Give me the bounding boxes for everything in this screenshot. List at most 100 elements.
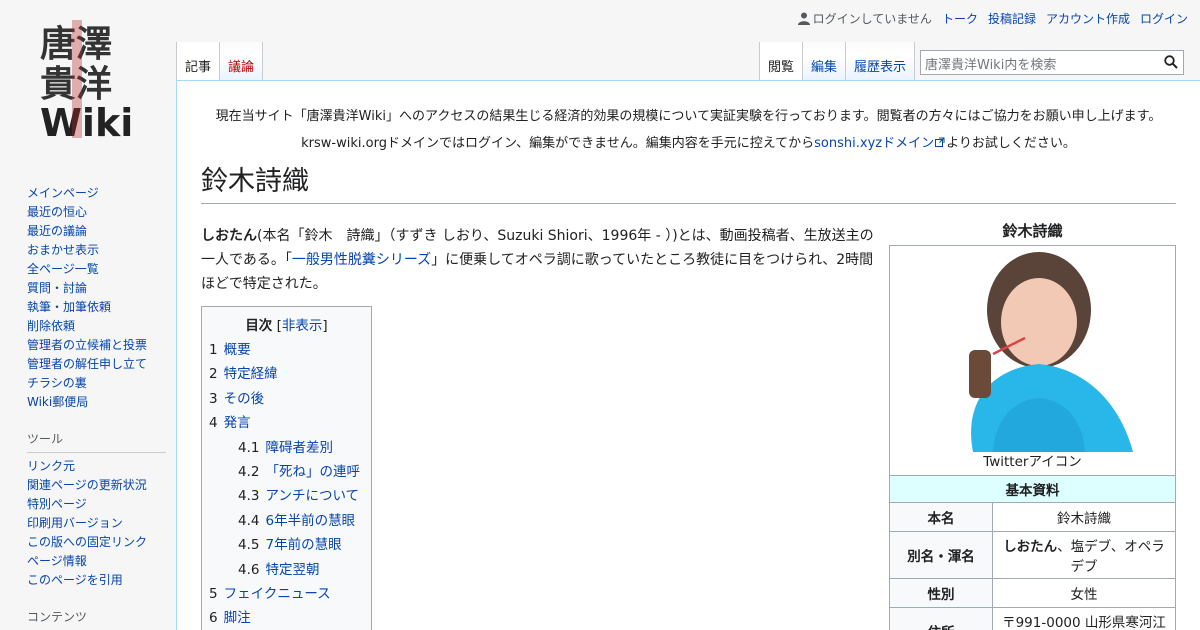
sidebar-nav-link[interactable]: 全ページ一覧 <box>27 262 99 276</box>
toc-number: 6 <box>209 610 218 627</box>
toc-link[interactable]: 脚注 <box>224 610 251 626</box>
personal-tools: ログインしていません トーク 投稿記録 アカウント作成 ログイン <box>797 10 1188 27</box>
toc-link[interactable]: アンチについて <box>265 488 359 504</box>
tab-article[interactable]: 記事 <box>176 42 220 80</box>
sidebar-nav-link[interactable]: 質問・討論 <box>27 281 87 295</box>
toc-number: 4.6 <box>238 561 260 578</box>
sidebar-nav-link[interactable]: チラシの裏 <box>27 376 87 390</box>
toc-link[interactable]: 6年半前の慧眼 <box>265 513 355 529</box>
not-logged-in: ログインしていません <box>797 10 932 27</box>
toc-item[interactable]: 6 脚注 <box>209 606 364 630</box>
toc-hide-toggle[interactable]: 非表示 <box>282 318 323 334</box>
sidebar-tool-item: この版への固定リンク <box>27 533 166 552</box>
sidebar-tool-link[interactable]: リンク元 <box>27 459 75 473</box>
toc-item[interactable]: 5 フェイクニュース <box>209 582 364 606</box>
sidebar-tool-item: リンク元 <box>27 457 166 476</box>
infobox-label: 住所 <box>889 607 993 630</box>
sidebar-nav-item: 削除依頼 <box>27 317 166 336</box>
toc-number: 4.2 <box>238 464 260 481</box>
tab-discussion[interactable]: 議論 <box>219 42 264 80</box>
toc-number: 4.4 <box>238 512 260 529</box>
sidebar-nav-link[interactable]: 最近の議論 <box>27 224 87 238</box>
toc-number: 3 <box>209 390 218 407</box>
sonshi-domain-link[interactable]: sonshi.xyzドメイン <box>814 136 934 151</box>
sidebar-nav-item: メインページ <box>27 184 166 203</box>
toc-item[interactable]: 3 その後 <box>209 387 364 411</box>
profile-photo[interactable] <box>932 250 1133 452</box>
infobox-row: 別名・渾名 しおたん、塩デブ、オペラデブ <box>889 531 1176 579</box>
contributions-link[interactable]: 投稿記録 <box>988 10 1036 27</box>
intro-series-link[interactable]: 一般男性脱糞シリーズ <box>292 252 431 268</box>
infobox-value-bold: しおたん <box>1003 539 1058 555</box>
logo-line3: Wiki <box>40 101 133 142</box>
not-logged-in-label: ログインしていません <box>812 12 932 26</box>
toc-item[interactable]: 4.1 障碍者差別 <box>238 436 364 460</box>
sidebar-nav-link[interactable]: 執筆・加筆依頼 <box>27 300 111 314</box>
toc-link[interactable]: その後 <box>224 391 265 407</box>
sidebar-nav-link[interactable]: 管理者の解任申し立て <box>27 357 147 371</box>
site-notice: 現在当サイト「唐澤貴洋Wiki」へのアクセスの結果生じる経済的効果の規模について… <box>201 103 1176 157</box>
infobox-value: 〒991-0000 山形県寒河江市大字日田333（実家） <box>992 607 1176 630</box>
login-link[interactable]: ログイン <box>1140 10 1188 27</box>
toc-bracket-close: ] <box>322 318 328 334</box>
sidebar-nav-item: 全ページ一覧 <box>27 260 166 279</box>
toc-item[interactable]: 4.2 「死ね」の連呼 <box>238 460 364 484</box>
toc-item[interactable]: 2 特定経緯 <box>209 362 364 386</box>
sidebar-tool-link[interactable]: 特別ページ <box>27 497 87 511</box>
sidebar-nav-item: 最近の恒心 <box>27 203 166 222</box>
sidebar-tool-link[interactable]: 関連ページの更新状況 <box>27 478 147 492</box>
logo-image: 唐澤 貴洋 Wiki <box>40 20 133 142</box>
sidebar-tool-item: 関連ページの更新状況 <box>27 476 166 495</box>
sidebar-nav-link[interactable]: 最近の恒心 <box>27 205 87 219</box>
site-logo[interactable]: 唐澤 貴洋 Wiki <box>0 0 176 160</box>
toc-number: 1 <box>209 342 218 358</box>
sidebar-contents: コンテンツ <box>0 602 176 630</box>
toc-item[interactable]: 4.4 6年半前の慧眼 <box>238 509 364 533</box>
sidebar-tool-link[interactable]: ページ情報 <box>27 554 87 568</box>
page-title: 鈴木詩織 <box>201 163 1176 204</box>
toc-item[interactable]: 1 概要 <box>209 338 364 362</box>
sidebar-nav-item: 管理者の立候補と投票 <box>27 336 166 355</box>
infobox-section-header: 基本資料 <box>889 475 1176 503</box>
sidebar-tool-link[interactable]: 印刷用バージョン <box>27 516 123 530</box>
toc-link[interactable]: 発言 <box>224 415 251 431</box>
sidebar-nav-link[interactable]: おまかせ表示 <box>27 243 99 257</box>
sidebar-tool-link[interactable]: このページを引用 <box>27 573 123 587</box>
tab-edit[interactable]: 編集 <box>802 42 846 80</box>
sidebar-tool-item: このページを引用 <box>27 571 166 590</box>
sidebar-tool-item: 特別ページ <box>27 495 166 514</box>
infobox-label: 性別 <box>889 578 993 608</box>
namespace-tabs: 記事 議論 <box>176 42 264 80</box>
sidebar-nav-link[interactable]: 管理者の立候補と投票 <box>27 338 147 352</box>
toc-item[interactable]: 4.5 7年前の慧眼 <box>238 533 364 557</box>
toc-title: 目次 [非表示] <box>209 314 364 334</box>
talk-link[interactable]: トーク <box>942 10 978 27</box>
toc-item[interactable]: 4.3 アンチについて <box>238 484 364 508</box>
toc-link[interactable]: 7年前の慧眼 <box>265 537 341 553</box>
toc-link[interactable]: フェイクニュース <box>224 586 331 602</box>
sidebar-nav-item: 執筆・加筆依頼 <box>27 298 166 317</box>
create-account-link[interactable]: アカウント作成 <box>1046 10 1130 27</box>
sidebar-nav-link[interactable]: メインページ <box>27 186 99 200</box>
sidebar-tool-link[interactable]: この版への固定リンク <box>27 535 147 549</box>
sidebar-tool-item: ページ情報 <box>27 552 166 571</box>
sidebar-nav-link[interactable]: Wiki郵便局 <box>27 395 88 409</box>
toc-item[interactable]: 4 発言 4.1 障碍者差別 4.2 「死ね」の連呼 4.3 アンチについて 4.4 6年半前の慧… <box>209 411 364 582</box>
toc-link[interactable]: 概要 <box>224 342 251 358</box>
toc-link[interactable]: 障碍者差別 <box>265 440 333 456</box>
view-tabs: 閲覧 編集 履歴表示 <box>759 42 916 80</box>
sidebar-nav-item: チラシの裏 <box>27 374 166 393</box>
search-input[interactable]: 唐澤貴洋Wiki内を検索 <box>920 50 1184 75</box>
tab-read[interactable]: 閲覧 <box>759 42 803 80</box>
tab-history[interactable]: 履歴表示 <box>845 42 916 80</box>
sidebar-nav-link[interactable]: 削除依頼 <box>27 319 75 333</box>
search-icon[interactable] <box>1164 55 1178 69</box>
notice-line2: krsw-wiki.orgドメインではログイン、編集ができません。編集内容を手元… <box>201 130 1176 157</box>
notice-line1: 現在当サイト「唐澤貴洋Wiki」へのアクセスの結果生じる経済的効果の規模について… <box>215 109 1162 124</box>
table-of-contents: 目次 [非表示] 1 概要 2 特定経緯 3 その後 4 発言 4.1 障碍者差別 4.2 「死ね」の… <box>201 306 372 630</box>
toc-item[interactable]: 4.6 特定翌朝 <box>238 558 364 582</box>
toc-link[interactable]: 特定経緯 <box>224 366 278 382</box>
toc-link[interactable]: 「死ね」の連呼 <box>265 464 360 480</box>
infobox-row: 本名 鈴木詩織 <box>889 502 1176 532</box>
toc-link[interactable]: 特定翌朝 <box>265 562 319 578</box>
